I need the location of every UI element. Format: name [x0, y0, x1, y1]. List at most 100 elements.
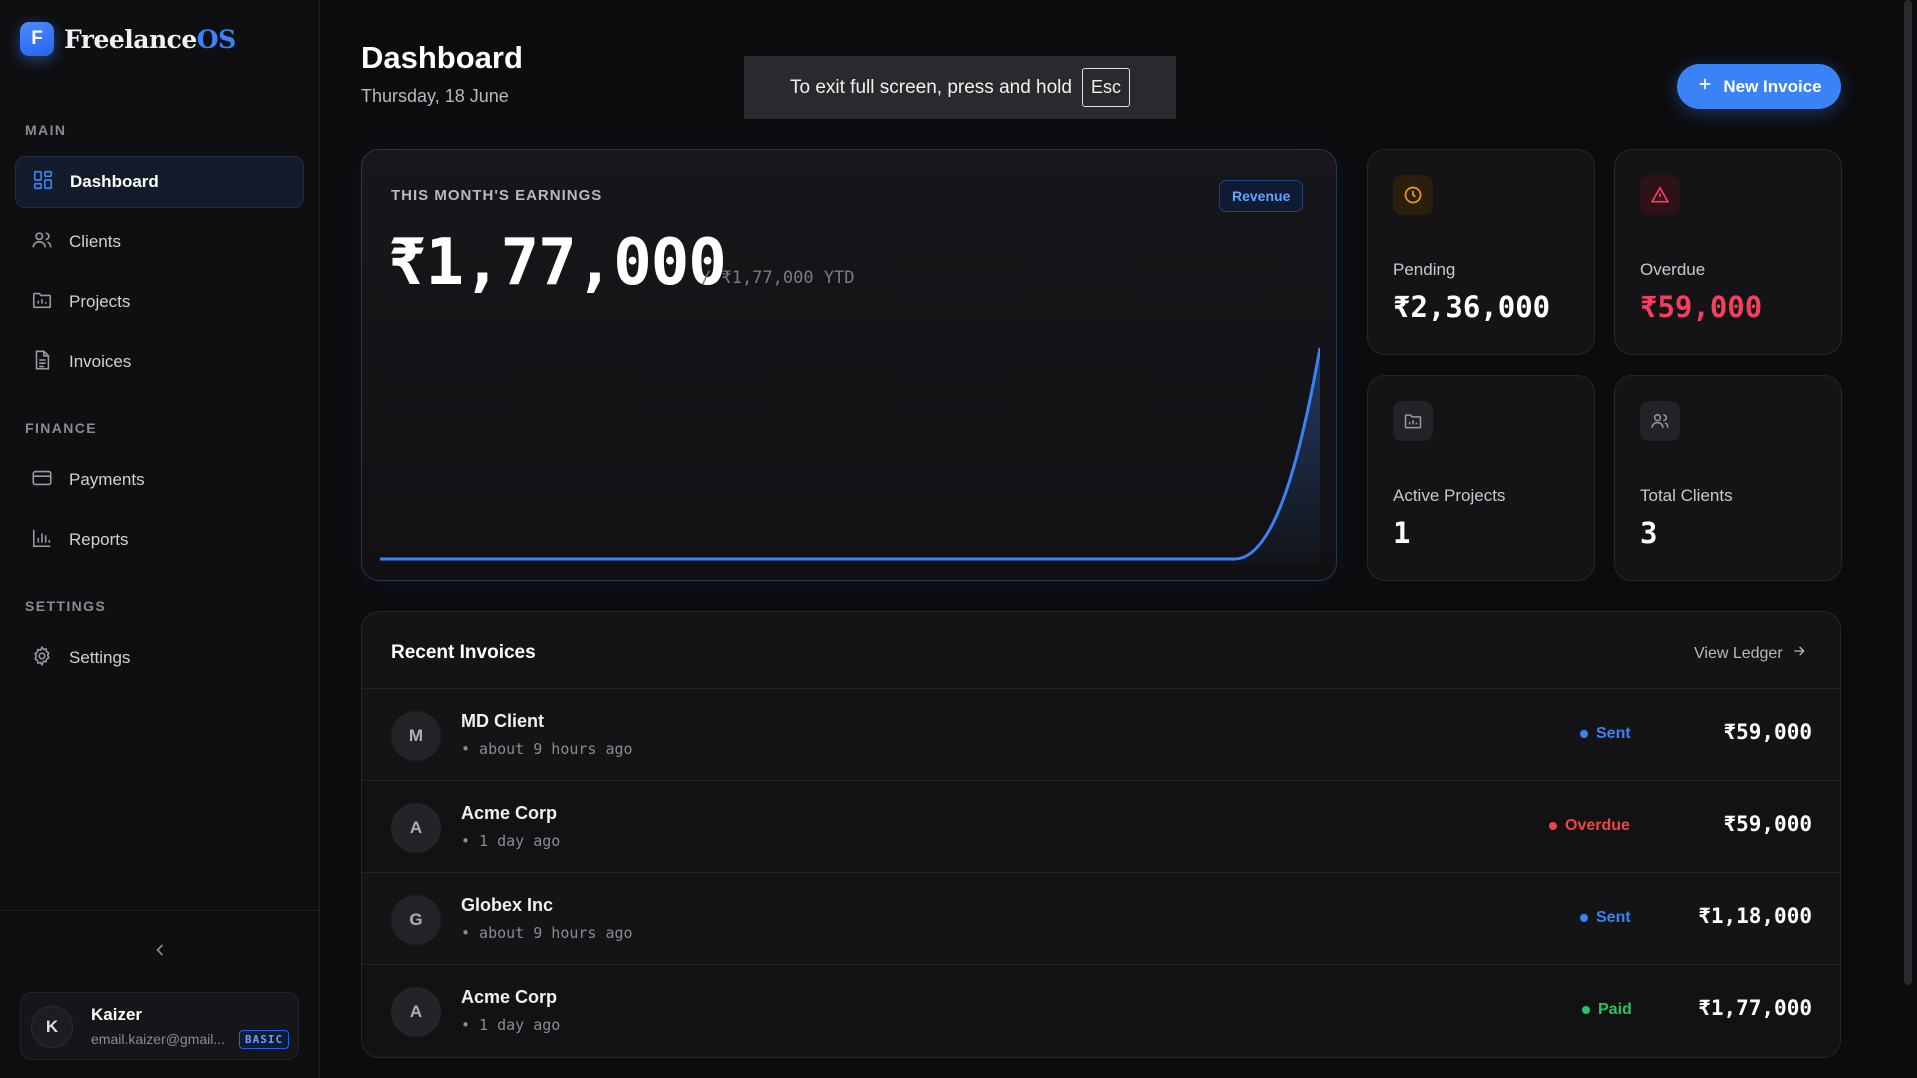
recent-invoices-title: Recent Invoices — [391, 642, 536, 663]
sidebar-item-settings[interactable]: Settings — [15, 632, 304, 684]
stat-label: Overdue — [1640, 260, 1706, 279]
page-date: Thursday, 18 June — [361, 86, 509, 106]
users-icon — [1640, 401, 1680, 441]
brand[interactable]: F FreelanceOS — [20, 22, 236, 56]
users-icon — [31, 229, 53, 256]
user-card[interactable]: K Kaizer email.kaizer@gmail... BASIC — [20, 992, 299, 1060]
status-dot — [1582, 1006, 1590, 1014]
sidebar-item-label: Clients — [69, 232, 121, 251]
sidebar-item-clients[interactable]: Clients — [15, 216, 304, 268]
folder-icon — [1393, 401, 1433, 441]
sidebar-item-label: Reports — [69, 530, 129, 549]
earnings-line — [380, 347, 1320, 561]
earnings-card: THIS MONTH'S EARNINGS Revenue ₹1,77,000 … — [361, 149, 1337, 581]
stat-card-total-clients[interactable]: Total Clients 3 — [1614, 375, 1842, 581]
invoice-amount: ₹1,18,000 — [1698, 904, 1812, 928]
user-name: Kaizer — [91, 1005, 143, 1024]
credit-card-icon — [31, 467, 53, 494]
client-name: Globex Inc — [461, 895, 554, 915]
brand-name-accent: OS — [196, 24, 236, 54]
fullscreen-notice-text: To exit full screen, press and hold — [789, 76, 1072, 98]
avatar: M — [391, 711, 441, 761]
sidebar: F FreelanceOS MAIN Dashboard Clients Pro… — [0, 0, 320, 1078]
sidebar-footer-divider — [0, 910, 320, 911]
status-badge: Overdue — [1549, 817, 1630, 835]
esc-key: Esc — [1081, 68, 1130, 107]
invoice-time: • 1 day ago — [461, 832, 561, 850]
gear-icon — [31, 645, 53, 672]
status-badge: Paid — [1582, 1001, 1632, 1019]
alert-triangle-icon — [1640, 175, 1680, 215]
status-label: Overdue — [1565, 817, 1630, 834]
earnings-chart — [380, 347, 1320, 565]
status-label: Sent — [1596, 909, 1631, 926]
earnings-area — [380, 348, 1320, 565]
stat-card-pending[interactable]: Pending ₹2,36,000 — [1367, 149, 1595, 355]
invoice-time: • about 9 hours ago — [461, 924, 633, 942]
new-invoice-button[interactable]: New Invoice — [1677, 64, 1841, 109]
invoice-amount: ₹1,77,000 — [1698, 996, 1812, 1020]
status-label: Sent — [1596, 725, 1631, 742]
status-dot — [1549, 822, 1557, 830]
sidebar-item-label: Settings — [69, 648, 131, 667]
brand-name: FreelanceOS — [64, 25, 236, 54]
stat-value: 1 — [1393, 516, 1411, 550]
stat-label: Pending — [1393, 260, 1456, 279]
table-row[interactable]: A Acme Corp • 1 day ago Overdue ₹59,000 — [362, 780, 1840, 872]
file-text-icon — [31, 349, 53, 376]
sidebar-item-dashboard[interactable]: Dashboard — [15, 156, 304, 208]
section-label-main: MAIN — [25, 122, 67, 138]
sidebar-item-label: Payments — [69, 470, 145, 489]
invoice-time: • 1 day ago — [461, 1016, 561, 1034]
stat-value: ₹59,000 — [1640, 290, 1763, 324]
new-invoice-label: New Invoice — [1723, 76, 1822, 96]
page-title: Dashboard — [361, 40, 523, 75]
sidebar-item-projects[interactable]: Projects — [15, 276, 304, 328]
table-row[interactable]: M MD Client • about 9 hours ago Sent ₹59… — [362, 688, 1840, 780]
table-row[interactable]: A Acme Corp • 1 day ago Paid ₹1,77,000 — [362, 964, 1840, 1056]
table-row[interactable]: G Globex Inc • about 9 hours ago Sent ₹1… — [362, 872, 1840, 964]
stat-value: ₹2,36,000 — [1393, 290, 1551, 324]
fullscreen-notice: To exit full screen, press and hold Esc — [744, 56, 1176, 119]
avatar: K — [31, 1006, 73, 1048]
status-dot — [1580, 730, 1588, 738]
avatar: A — [391, 803, 441, 853]
status-label: Paid — [1598, 1001, 1632, 1018]
brand-logo: F — [20, 22, 54, 56]
avatar: G — [391, 895, 441, 945]
sidebar-item-reports[interactable]: Reports — [15, 514, 304, 566]
chevron-left-icon[interactable] — [150, 940, 170, 960]
plus-icon — [1696, 75, 1714, 98]
stat-card-overdue[interactable]: Overdue ₹59,000 — [1614, 149, 1842, 355]
avatar: A — [391, 987, 441, 1037]
stat-label: Total Clients — [1640, 486, 1733, 505]
user-email: email.kaizer@gmail... — [91, 1031, 226, 1047]
invoice-time: • about 9 hours ago — [461, 740, 633, 758]
page-scrollbar[interactable] — [1904, 0, 1912, 985]
plan-badge: BASIC — [239, 1030, 290, 1049]
earnings-ytd: / ₹1,77,000 YTD — [701, 268, 855, 288]
sidebar-item-payments[interactable]: Payments — [15, 454, 304, 506]
brand-name-main: Freelance — [64, 24, 197, 54]
stat-label: Active Projects — [1393, 486, 1506, 505]
dashboard-grid-icon — [32, 169, 54, 196]
folder-icon — [31, 289, 53, 316]
recent-invoices-card: Recent Invoices View Ledger M MD Client … — [361, 611, 1841, 1058]
client-name: MD Client — [461, 711, 544, 731]
sidebar-item-label: Projects — [69, 292, 131, 311]
stat-card-active-projects[interactable]: Active Projects 1 — [1367, 375, 1595, 581]
invoice-amount: ₹59,000 — [1723, 720, 1812, 744]
view-ledger-label: View Ledger — [1694, 644, 1783, 662]
sidebar-item-invoices[interactable]: Invoices — [15, 336, 304, 388]
client-name: Acme Corp — [461, 987, 558, 1007]
invoice-amount: ₹59,000 — [1723, 812, 1812, 836]
sidebar-item-label: Invoices — [69, 352, 132, 371]
status-badge: Sent — [1580, 725, 1631, 743]
revenue-badge[interactable]: Revenue — [1219, 180, 1304, 212]
status-badge: Sent — [1580, 909, 1631, 927]
view-ledger-link[interactable]: View Ledger — [1694, 643, 1807, 664]
section-label-finance: FINANCE — [25, 420, 98, 436]
bar-chart-icon — [31, 527, 53, 554]
arrow-right-icon — [1791, 643, 1807, 664]
earnings-label: THIS MONTH'S EARNINGS — [391, 187, 603, 204]
